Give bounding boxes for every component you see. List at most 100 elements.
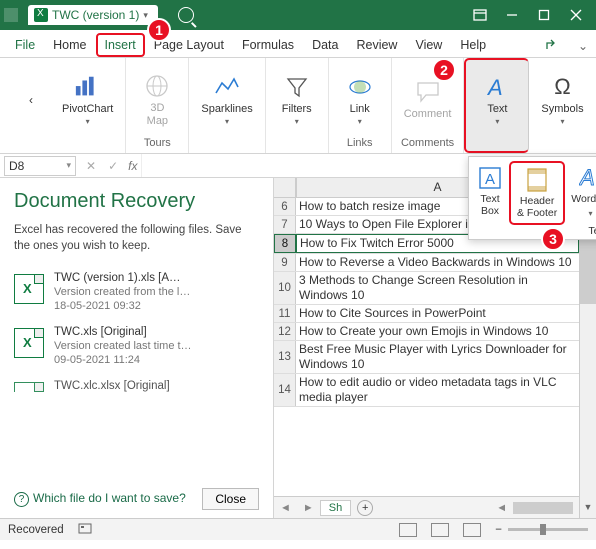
- hscroll-thumb[interactable]: [513, 502, 573, 514]
- close-window-button[interactable]: [560, 1, 592, 29]
- accessibility-icon[interactable]: [78, 521, 92, 538]
- search-icon[interactable]: [178, 7, 194, 23]
- chevron-down-icon: ▾: [295, 117, 299, 126]
- tab-formulas[interactable]: Formulas: [233, 33, 303, 57]
- row-header[interactable]: 13: [274, 341, 296, 373]
- cancel-formula-icon[interactable]: ✕: [80, 159, 102, 173]
- tab-file[interactable]: File: [6, 33, 44, 57]
- cell[interactable]: How to Cite Sources in PowerPoint: [296, 305, 579, 322]
- close-recovery-button[interactable]: Close: [202, 488, 259, 510]
- chevron-down-icon: ▾: [358, 117, 362, 126]
- group-label-links: Links: [347, 137, 373, 151]
- sheet-tab-bar: ◄ ► Sh + ◄ ►: [274, 496, 596, 518]
- row-header[interactable]: 14: [274, 374, 296, 406]
- row-header[interactable]: 10: [274, 272, 296, 304]
- recovery-item[interactable]: TWC.xlc.xlsx [Original]: [14, 374, 259, 392]
- ribbon: ‹ PivotChart ▾ 3D Map Tours: [0, 58, 596, 154]
- link-button[interactable]: Link ▾: [337, 65, 383, 135]
- header-footer-option[interactable]: Header & Footer: [509, 161, 565, 225]
- chevron-down-icon: ▾: [86, 117, 90, 126]
- text-button[interactable]: A Text ▾: [474, 65, 520, 135]
- page-break-view-button[interactable]: [463, 523, 481, 537]
- excel-file-icon: [14, 274, 44, 304]
- minimize-button[interactable]: [496, 1, 528, 29]
- textbox-option[interactable]: A Text Box: [471, 161, 509, 225]
- excel-file-icon: [14, 382, 44, 392]
- excel-file-icon: [34, 8, 48, 22]
- navigate-prev-button[interactable]: ‹: [8, 84, 54, 116]
- sheet-nav-next-icon[interactable]: ►: [297, 502, 320, 514]
- row-header[interactable]: 12: [274, 323, 296, 340]
- cell[interactable]: How to Create your own Emojis in Windows…: [296, 323, 579, 340]
- fx-icon[interactable]: fx: [124, 159, 141, 173]
- ribbon-display-button[interactable]: [464, 1, 496, 29]
- select-all-corner[interactable]: [274, 178, 296, 197]
- text-dropdown-popup: A Text Box Header & Footer A WordArt ▾ T…: [468, 156, 596, 240]
- cell[interactable]: How to edit audio or video metadata tags…: [296, 374, 579, 406]
- recovery-message: Excel has recovered the following files.…: [14, 223, 259, 254]
- question-icon: ?: [14, 492, 29, 507]
- annotation-badge-3: 3: [541, 227, 565, 251]
- table-row[interactable]: 11How to Cite Sources in PowerPoint: [274, 305, 596, 323]
- symbols-button[interactable]: Ω Symbols ▾: [537, 65, 587, 135]
- sheet-tab[interactable]: Sh: [320, 500, 351, 516]
- document-title-tab[interactable]: TWC (version 1) ▾: [28, 5, 158, 25]
- tab-home[interactable]: Home: [44, 33, 95, 57]
- zoom-control[interactable]: −: [495, 524, 588, 536]
- enter-formula-icon[interactable]: ✓: [102, 159, 124, 173]
- document-recovery-pane: Document Recovery Excel has recovered th…: [0, 178, 274, 518]
- tab-review[interactable]: Review: [347, 33, 406, 57]
- group-label-tours: Tours: [144, 137, 171, 151]
- annotation-badge-2: 2: [432, 58, 456, 82]
- row-header[interactable]: 7: [274, 216, 296, 233]
- sheet-nav-prev-icon[interactable]: ◄: [274, 502, 297, 514]
- group-label-comments: Comments: [401, 137, 454, 151]
- globe-icon: [143, 72, 171, 100]
- omega-icon: Ω: [549, 73, 577, 101]
- row-header[interactable]: 11: [274, 305, 296, 322]
- help-link[interactable]: ?Which file do I want to save?: [14, 491, 186, 507]
- textbox-icon: A: [477, 165, 503, 191]
- link-icon: [346, 73, 374, 101]
- normal-view-button[interactable]: [399, 523, 417, 537]
- recovery-item[interactable]: TWC.xls [Original] Version created last …: [14, 320, 259, 374]
- page-layout-view-button[interactable]: [431, 523, 449, 537]
- pivotchart-button[interactable]: PivotChart ▾: [58, 65, 117, 135]
- 3d-map-button[interactable]: 3D Map: [134, 65, 180, 135]
- row-header[interactable]: 6: [274, 198, 296, 215]
- ribbon-options-chevron-icon[interactable]: ⌄: [570, 35, 596, 57]
- tab-insert[interactable]: Insert: [96, 33, 145, 57]
- zoom-out-icon[interactable]: −: [495, 524, 502, 536]
- maximize-button[interactable]: [528, 1, 560, 29]
- sparklines-button[interactable]: Sparklines ▾: [197, 65, 256, 135]
- cell[interactable]: Best Free Music Player with Lyrics Downl…: [296, 341, 579, 373]
- wordart-option[interactable]: A WordArt ▾: [565, 161, 596, 225]
- pivotchart-icon: [74, 73, 102, 101]
- table-row[interactable]: 13Best Free Music Player with Lyrics Dow…: [274, 341, 596, 374]
- tab-view[interactable]: View: [406, 33, 451, 57]
- row-header[interactable]: 9: [274, 254, 296, 271]
- hscroll-left-icon[interactable]: ◄: [490, 502, 513, 514]
- cell[interactable]: How to Reverse a Video Backwards in Wind…: [296, 254, 579, 271]
- tab-help[interactable]: Help: [451, 33, 495, 57]
- scroll-down-icon[interactable]: ▼: [580, 502, 596, 518]
- cell[interactable]: 3 Methods to Change Screen Resolution in…: [296, 272, 579, 304]
- table-row[interactable]: 9How to Reverse a Video Backwards in Win…: [274, 254, 596, 272]
- vertical-scrollbar[interactable]: ▲ ▼: [579, 198, 596, 518]
- row-header[interactable]: 8: [274, 234, 296, 253]
- tab-data[interactable]: Data: [303, 33, 347, 57]
- chevron-down-icon: ▾: [588, 209, 592, 218]
- add-sheet-button[interactable]: +: [357, 500, 373, 516]
- zoom-slider[interactable]: [508, 528, 588, 531]
- name-box[interactable]: D8▾: [4, 156, 76, 176]
- table-row[interactable]: 12How to Create your own Emojis in Windo…: [274, 323, 596, 341]
- table-row[interactable]: 14How to edit audio or video metadata ta…: [274, 374, 596, 407]
- share-icon: [546, 36, 562, 50]
- recovery-item[interactable]: TWC (version 1).xls [A… Version created …: [14, 266, 259, 320]
- filters-button[interactable]: Filters ▾: [274, 65, 320, 135]
- recovery-title: Document Recovery: [14, 190, 259, 213]
- table-row[interactable]: 103 Methods to Change Screen Resolution …: [274, 272, 596, 305]
- chevron-down-icon: ▾: [495, 117, 499, 126]
- share-button[interactable]: [538, 32, 570, 57]
- popup-group-label: Text: [588, 225, 596, 237]
